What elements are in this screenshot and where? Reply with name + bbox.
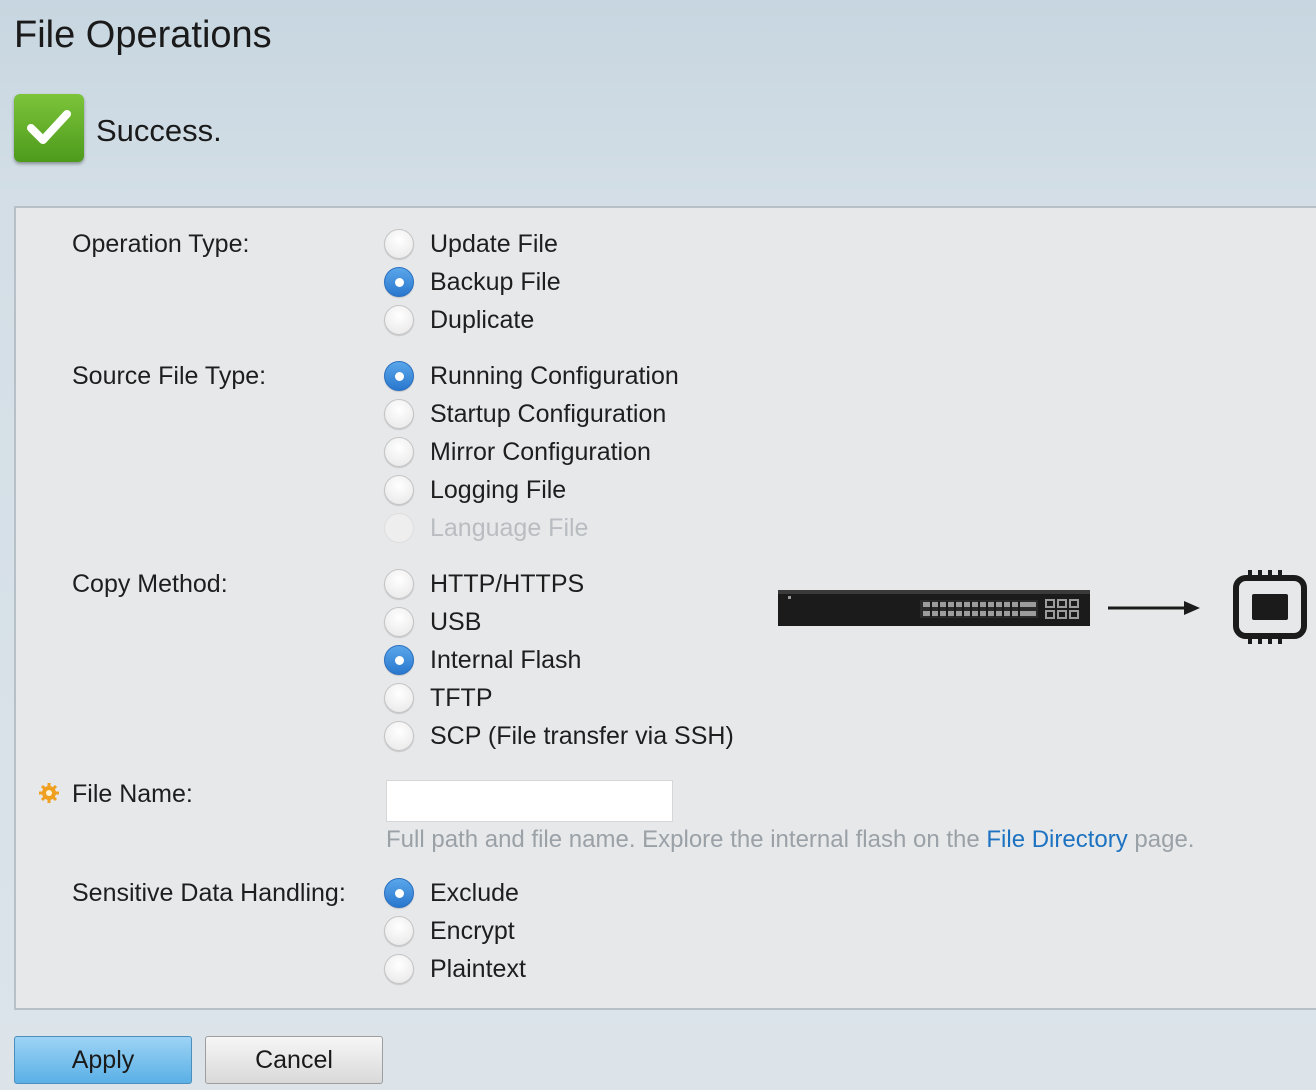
copy-diagram [778, 570, 1307, 644]
radio-label: Mirror Configuration [430, 437, 651, 466]
file-name-hint: Full path and file name. Explore the int… [386, 826, 1194, 854]
radio-language-file: Language File [384, 510, 588, 546]
radio-label: Plaintext [430, 954, 526, 983]
radio-label: Startup Configuration [430, 399, 667, 428]
sensitive-data-handling-label: Sensitive Data Handling: [72, 879, 346, 907]
arrow-right-icon [1108, 601, 1200, 615]
radio-button[interactable] [384, 916, 414, 946]
radio-button[interactable] [384, 954, 414, 984]
radio-usb[interactable]: USB [384, 604, 481, 640]
radio-button[interactable] [384, 683, 414, 713]
radio-button[interactable] [384, 305, 414, 335]
radio-tftp[interactable]: TFTP [384, 680, 493, 716]
apply-button[interactable]: Apply [14, 1036, 192, 1084]
radio-button[interactable] [384, 607, 414, 637]
radio-label: TFTP [430, 683, 493, 712]
radio-label: Encrypt [430, 916, 515, 945]
radio-button[interactable] [384, 229, 414, 259]
radio-logging-file[interactable]: Logging File [384, 472, 566, 508]
radio-button[interactable] [384, 569, 414, 599]
radio-duplicate[interactable]: Duplicate [384, 302, 534, 338]
radio-label: Running Configuration [430, 361, 679, 390]
operation-type-label: Operation Type: [72, 230, 250, 258]
flash-chip-icon [1233, 570, 1307, 644]
radio-internal-flash[interactable]: Internal Flash [384, 642, 581, 678]
radio-label: USB [430, 607, 482, 636]
radio-button[interactable] [384, 645, 414, 675]
file-name-label: File Name: [72, 780, 193, 808]
radio-backup-file[interactable]: Backup File [384, 264, 561, 300]
switch-device-icon [778, 590, 1090, 626]
radio-scp[interactable]: SCP (File transfer via SSH) [384, 718, 734, 754]
radio-label: Internal Flash [430, 645, 582, 674]
radio-running-configuration[interactable]: Running Configuration [384, 358, 679, 394]
radio-exclude[interactable]: Exclude [384, 875, 519, 911]
radio-plaintext[interactable]: Plaintext [384, 951, 526, 987]
radio-label: Update File [430, 229, 558, 258]
radio-label: Language File [430, 513, 589, 542]
radio-button[interactable] [384, 878, 414, 908]
required-field-icon [39, 783, 59, 803]
radio-label: Duplicate [430, 305, 535, 334]
radio-button[interactable] [384, 475, 414, 505]
hint-text: Full path and file name. Explore the int… [386, 826, 987, 853]
radio-startup-configuration[interactable]: Startup Configuration [384, 396, 666, 432]
radio-label: Backup File [430, 267, 561, 296]
checkmark-icon [27, 110, 71, 144]
radio-label: Logging File [430, 475, 567, 504]
file-directory-link[interactable]: File Directory [986, 826, 1127, 853]
radio-button[interactable] [384, 437, 414, 467]
radio-button[interactable] [384, 399, 414, 429]
hint-text-end: page. [1127, 826, 1195, 853]
radio-encrypt[interactable]: Encrypt [384, 913, 515, 949]
radio-button[interactable] [384, 361, 414, 391]
radio-button-disabled [384, 513, 414, 543]
radio-label: Exclude [430, 878, 519, 907]
success-icon [14, 94, 84, 162]
cancel-button[interactable]: Cancel [205, 1036, 383, 1084]
copy-method-label: Copy Method: [72, 570, 228, 598]
radio-mirror-configuration[interactable]: Mirror Configuration [384, 434, 651, 470]
radio-button[interactable] [384, 721, 414, 751]
source-file-type-label: Source File Type: [72, 362, 267, 390]
radio-update-file[interactable]: Update File [384, 226, 558, 262]
radio-label: SCP (File transfer via SSH) [430, 721, 734, 750]
success-message: Success. [96, 113, 222, 148]
radio-label: HTTP/HTTPS [430, 569, 585, 598]
page-title: File Operations [14, 14, 272, 56]
radio-http-https[interactable]: HTTP/HTTPS [384, 566, 584, 602]
radio-button[interactable] [384, 267, 414, 297]
file-name-input[interactable] [386, 780, 673, 822]
